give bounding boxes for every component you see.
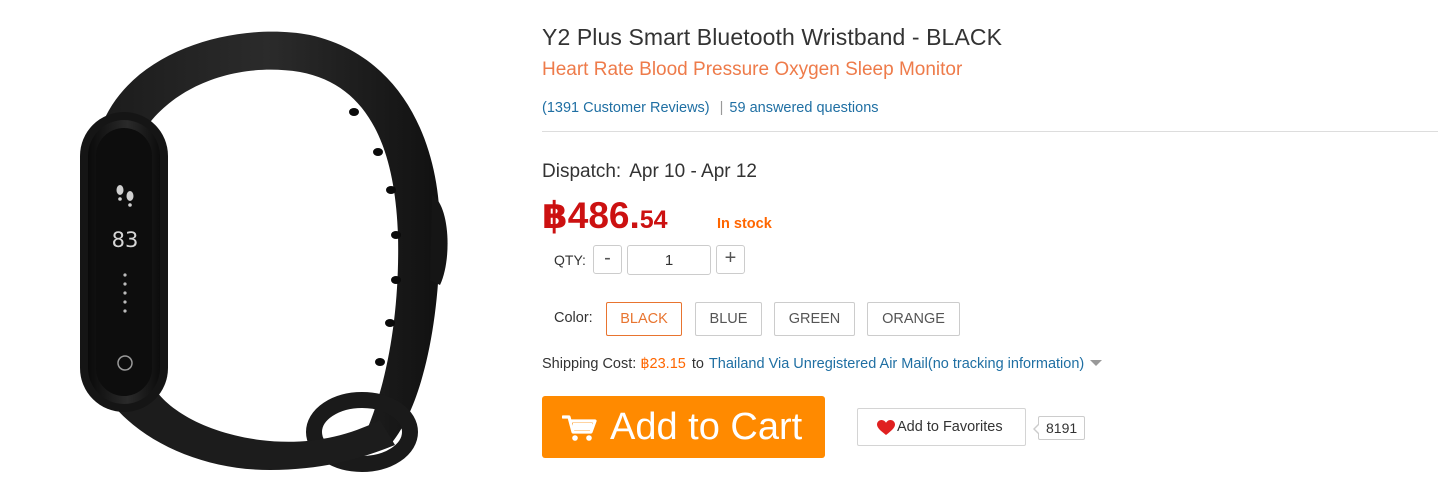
add-to-favorites-label: Add to Favorites	[897, 419, 1003, 435]
shipping-cost-row: Shipping Cost: ฿23.15 to Thailand Via Unreg…	[542, 356, 1103, 372]
product-subtitle: Heart Rate Blood Pressure Oxygen Sleep M…	[542, 59, 963, 80]
shopping-cart-icon	[562, 415, 597, 441]
add-to-favorites-button[interactable]: Add to Favorites	[857, 408, 1026, 446]
dispatch-label: Dispatch:	[542, 161, 622, 182]
heart-icon	[877, 420, 895, 435]
answered-questions-link[interactable]: 59 answered questions	[729, 100, 878, 116]
reviews-separator: |	[719, 100, 724, 116]
quantity-label: QTY:	[554, 252, 586, 268]
product-title: Y2 Plus Smart Bluetooth Wristband - BLAC…	[542, 24, 1003, 50]
color-option-green[interactable]: GREEN	[774, 302, 855, 336]
price-cents: 54	[639, 206, 668, 234]
dispatch-info: Dispatch: Apr 10 - Apr 12	[542, 161, 757, 183]
wristband-image: 83	[80, 31, 448, 472]
color-option-blue[interactable]: BLUE	[695, 302, 762, 336]
quantity-input[interactable]	[627, 245, 711, 275]
reviews-row: (1391 Customer Reviews) | 59 answered ques…	[542, 100, 879, 116]
stock-status: In stock	[717, 216, 772, 232]
caret-down-icon[interactable]	[1090, 360, 1103, 366]
quantity-decrease-button[interactable]: -	[593, 245, 622, 274]
dispatch-dates: Apr 10 - Apr 12	[629, 161, 757, 182]
product-image: 83	[0, 0, 520, 479]
favorites-count-badge: 8191	[1032, 416, 1086, 440]
screen-number: 83	[112, 228, 139, 252]
add-to-cart-button[interactable]: Add to Cart	[542, 396, 825, 458]
color-label: Color:	[554, 310, 593, 326]
color-option-black[interactable]: BLACK	[606, 302, 682, 336]
add-to-cart-label: Add to Cart	[610, 406, 803, 448]
color-option-orange[interactable]: ORANGE	[867, 302, 960, 336]
price-main: ฿486.	[542, 195, 640, 236]
divider	[542, 131, 1438, 132]
shipping-cost: ฿23.15	[640, 356, 686, 372]
shipping-label: Shipping Cost:	[542, 356, 637, 372]
shipping-to: to	[691, 356, 704, 372]
quantity-increase-button[interactable]: +	[716, 245, 745, 274]
shipping-method-dropdown[interactable]: Thailand Via Unregistered Air Mail(no tr…	[709, 356, 1084, 372]
customer-reviews-link[interactable]: (1391 Customer Reviews)	[542, 100, 710, 116]
product-price: ฿486.54	[542, 194, 668, 237]
